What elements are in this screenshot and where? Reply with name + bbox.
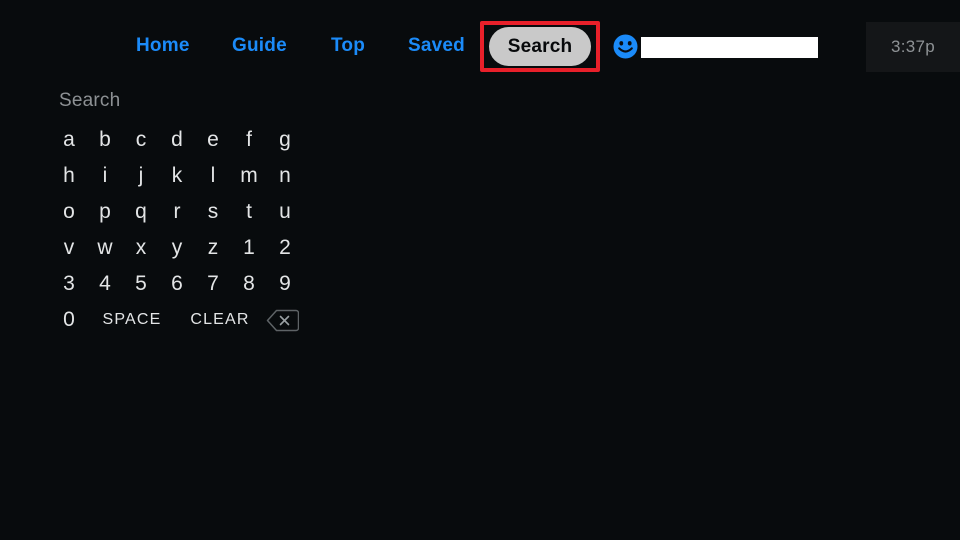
keyboard-section-title: Search	[59, 90, 121, 111]
keyboard-row: 3 4 5 6 7 8 9	[0, 269, 420, 299]
onscreen-keyboard-panel: Search a b c d e f g h i j k l m n o p q…	[0, 80, 420, 360]
key-o[interactable]: o	[52, 197, 86, 227]
key-p[interactable]: p	[88, 197, 122, 227]
backspace-icon	[266, 309, 300, 332]
key-b[interactable]: b	[88, 125, 122, 155]
top-navigation-bar: Home Guide Top Saved Search 3:37p	[0, 0, 960, 80]
key-0[interactable]: 0	[52, 305, 86, 335]
key-m[interactable]: m	[232, 161, 266, 191]
key-clear[interactable]: CLEAR	[190, 305, 249, 335]
key-x[interactable]: x	[124, 233, 158, 263]
key-2[interactable]: 2	[268, 233, 302, 263]
key-backspace[interactable]	[266, 309, 300, 332]
nav-item-saved[interactable]: Saved	[408, 33, 465, 59]
key-space[interactable]: SPACE	[102, 305, 161, 335]
nav-item-guide[interactable]: Guide	[232, 33, 287, 59]
key-v[interactable]: v	[52, 233, 86, 263]
key-y[interactable]: y	[160, 233, 194, 263]
key-r[interactable]: r	[160, 197, 194, 227]
key-n[interactable]: n	[268, 161, 302, 191]
key-s[interactable]: s	[196, 197, 230, 227]
keyboard-row: o p q r s t u	[0, 197, 420, 227]
key-4[interactable]: 4	[88, 269, 122, 299]
nav-item-home[interactable]: Home	[136, 33, 190, 59]
keyboard-row: a b c d e f g	[0, 125, 420, 155]
clock-time: 3:37p	[890, 37, 936, 56]
key-8[interactable]: 8	[232, 269, 266, 299]
key-j[interactable]: j	[124, 161, 158, 191]
keyboard-row: h i j k l m n	[0, 161, 420, 191]
key-1[interactable]: 1	[232, 233, 266, 263]
key-l[interactable]: l	[196, 161, 230, 191]
key-z[interactable]: z	[196, 233, 230, 263]
key-5[interactable]: 5	[124, 269, 158, 299]
smiley-face-icon	[613, 34, 638, 59]
avatar[interactable]	[613, 34, 638, 59]
key-h[interactable]: h	[52, 161, 86, 191]
search-input[interactable]	[641, 37, 818, 58]
key-f[interactable]: f	[232, 125, 266, 155]
keyboard-row: 0 SPACE CLEAR	[0, 305, 420, 335]
key-t[interactable]: t	[232, 197, 266, 227]
keyboard-row: v w x y z 1 2	[0, 233, 420, 263]
nav-item-top[interactable]: Top	[331, 33, 365, 59]
key-w[interactable]: w	[88, 233, 122, 263]
key-a[interactable]: a	[52, 125, 86, 155]
key-d[interactable]: d	[160, 125, 194, 155]
key-g[interactable]: g	[268, 125, 302, 155]
nav-item-search-button[interactable]: Search	[489, 27, 591, 66]
key-u[interactable]: u	[268, 197, 302, 227]
key-k[interactable]: k	[160, 161, 194, 191]
key-7[interactable]: 7	[196, 269, 230, 299]
key-i[interactable]: i	[88, 161, 122, 191]
clock-badge: 3:37p	[866, 22, 960, 72]
key-9[interactable]: 9	[268, 269, 302, 299]
key-e[interactable]: e	[196, 125, 230, 155]
key-6[interactable]: 6	[160, 269, 194, 299]
key-3[interactable]: 3	[52, 269, 86, 299]
key-q[interactable]: q	[124, 197, 158, 227]
key-c[interactable]: c	[124, 125, 158, 155]
